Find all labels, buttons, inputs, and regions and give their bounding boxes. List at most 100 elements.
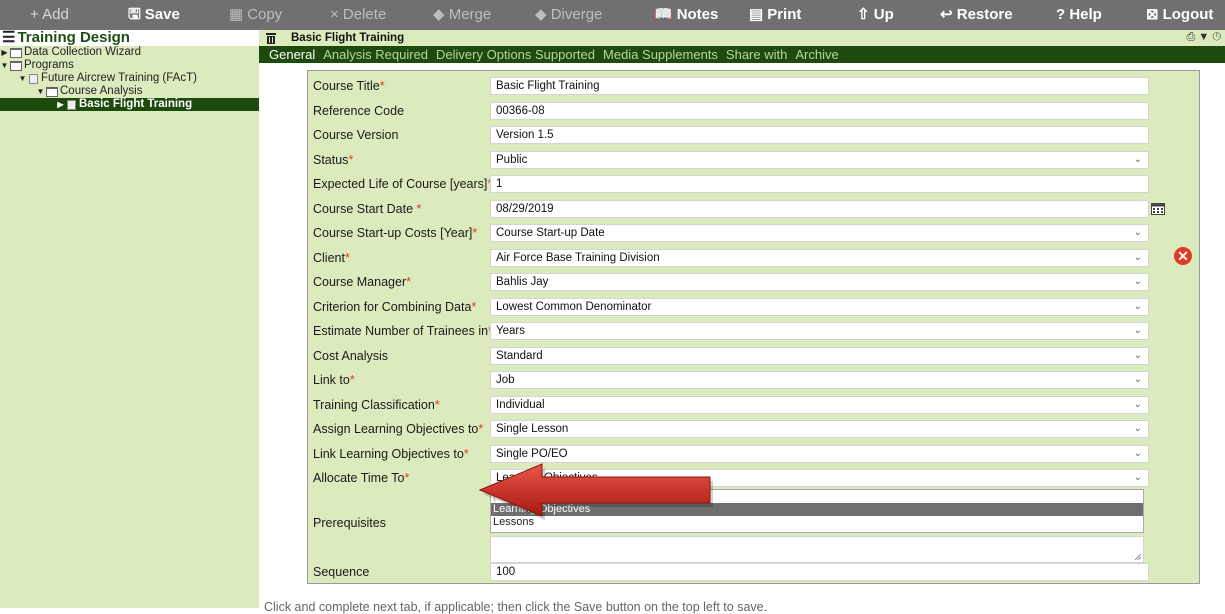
field-label: Course Version: [313, 128, 398, 142]
help-button[interactable]: ? Help: [1056, 0, 1102, 30]
up-button[interactable]: ⇧ Up: [857, 0, 894, 30]
estimate-number-of-trainees-in-select[interactable]: Years ⌄: [490, 322, 1149, 340]
notes-button[interactable]: 📖 Notes: [654, 0, 718, 30]
merge-button[interactable]: ◆ Merge: [433, 0, 491, 30]
field-label-text: Course Version: [313, 128, 399, 142]
field-label: Course Manager*: [313, 275, 411, 289]
training-classification-select[interactable]: Individual ⌄: [490, 395, 1149, 414]
field-label-text: Link Learning Objectives to: [313, 446, 464, 461]
field-label: Criterion for Combining Data*: [313, 300, 476, 314]
field-value: Bahlis Jay: [496, 276, 549, 288]
field-label-text: Training Classification: [313, 397, 435, 412]
clock-icon[interactable]: ◷: [1212, 31, 1221, 43]
field-value: Version 1.5: [496, 129, 554, 141]
status-select[interactable]: Public ⌄: [490, 150, 1149, 169]
collapse-arrow-icon[interactable]: ▼: [18, 72, 27, 85]
course-start-up-costs-year-select[interactable]: Course Start-up Date ⌄: [490, 224, 1149, 242]
assign-learning-objectives-to-select[interactable]: Single Lesson ⌄: [490, 420, 1149, 438]
form-row-sequence: Sequence 100: [308, 561, 1199, 585]
tab-archive[interactable]: Archive: [795, 47, 838, 62]
field-value: Years: [496, 325, 525, 337]
reference-code-input[interactable]: 00366-08: [490, 101, 1149, 120]
field-label: Assign Learning Objectives to*: [313, 422, 483, 436]
course-start-date-input[interactable]: 08/29/2019: [490, 199, 1149, 218]
required-marker: *: [348, 152, 354, 167]
close-box-icon: ⊠: [1146, 6, 1159, 23]
field-value: Job: [496, 374, 515, 386]
folder-icon: [10, 60, 22, 71]
field-label-text: Link to: [313, 373, 350, 387]
required-marker: *: [478, 422, 484, 436]
chevron-down-icon: ⌄: [1133, 447, 1142, 459]
field-value: Public: [496, 153, 528, 166]
sequence-input[interactable]: 100: [490, 563, 1149, 581]
tab-analysis-required[interactable]: Analysis Required: [323, 47, 428, 62]
restore-button[interactable]: ↩ Restore: [940, 0, 1013, 30]
filter-icon[interactable]: ▼: [1198, 31, 1209, 43]
save-button[interactable]: 🖫 Save: [128, 0, 180, 30]
diverge-button[interactable]: ◆ Diverge: [535, 0, 602, 30]
tab-delivery-options-supported[interactable]: Delivery Options Supported: [436, 47, 595, 62]
field-label: Link Learning Objectives to*: [313, 447, 469, 461]
book-icon: 📖: [654, 6, 673, 23]
chevron-down-icon: ⌄: [1133, 153, 1142, 165]
collapse-arrow-icon[interactable]: ▼: [0, 59, 9, 72]
field-value: 1: [496, 178, 503, 190]
form-row-cost-analysis: Cost Analysis Standard ⌄: [308, 345, 1199, 369]
field-label: Link to*: [313, 373, 355, 387]
tree-item-future-aircrew-training[interactable]: ▼ Future Aircrew Training (FAcT): [0, 72, 259, 85]
collapse-arrow-icon[interactable]: ▼: [36, 85, 45, 98]
form-row-client: Client* Air Force Base Training Division ⌄: [308, 247, 1199, 271]
add-button[interactable]: + Add: [30, 0, 69, 30]
trash-icon[interactable]: [265, 32, 277, 44]
print-icon[interactable]: ⎙: [1186, 31, 1195, 43]
tree-item-data-collection-wizard[interactable]: ▶ Data Collection Wizard: [0, 46, 259, 59]
tree-item-basic-flight-training[interactable]: ▶ Basic Flight Training: [0, 98, 259, 111]
cost-analysis-select[interactable]: Standard ⌄: [490, 346, 1149, 365]
required-marker: *: [416, 201, 422, 216]
logout-button[interactable]: ⊠ Logout: [1146, 0, 1213, 30]
chevron-down-icon: ⌄: [1133, 472, 1142, 483]
expected-life-of-course-years-input[interactable]: 1: [490, 175, 1149, 193]
tree-item-programs[interactable]: ▼ Programs: [0, 59, 259, 72]
field-label-text: Criterion for Combining Data: [313, 299, 472, 314]
tab-media-supplements[interactable]: Media Supplements: [603, 47, 718, 62]
menu-icon[interactable]: ☰: [2, 30, 15, 46]
course-title-input[interactable]: Basic Flight Training: [490, 77, 1149, 95]
form-row-reference-code: Reference Code 00366-08: [308, 100, 1199, 124]
link-to-select[interactable]: Job ⌄: [490, 371, 1149, 389]
field-label: Estimate Number of Trainees in*: [313, 324, 493, 338]
copy-button[interactable]: ▦ Copy: [229, 0, 282, 30]
resize-handle-icon[interactable]: [1135, 554, 1141, 560]
expand-arrow-icon[interactable]: ▶: [56, 98, 65, 111]
tab-bar: General Analysis Required Delivery Options…: [259, 46, 1225, 63]
record-header: Basic Flight Training ⎙ ▼ ◷: [259, 30, 1225, 46]
expand-arrow-icon[interactable]: ▶: [0, 46, 9, 59]
field-value: Basic Flight Training: [496, 80, 600, 92]
navigation-panel: ☰ Training Design ▶ Data Collection Wiza…: [0, 30, 259, 608]
field-label: Sequence: [313, 565, 370, 579]
tab-share-with[interactable]: Share with: [726, 47, 787, 62]
chevron-down-icon: ⌄: [1133, 374, 1142, 385]
form-row-criterion-for-combining-data: Criterion for Combining Data* Lowest Comm…: [308, 296, 1199, 320]
client-select[interactable]: Air Force Base Training Division ⌄: [490, 248, 1149, 267]
form-row-link-learning-objectives-to: Link Learning Objectives to* Single PO/EO…: [308, 443, 1199, 467]
course-manager-select[interactable]: Bahlis Jay ⌄: [490, 273, 1149, 291]
field-value: Standard: [496, 349, 543, 362]
record-title: Basic Flight Training: [291, 32, 405, 44]
chevron-down-icon: ⌄: [1133, 276, 1142, 287]
print-button[interactable]: ▤ Print: [749, 0, 801, 30]
form-row-training-classification: Training Classification* Individual ⌄: [308, 394, 1199, 418]
required-marker: *: [434, 397, 440, 412]
chevron-down-icon: ⌄: [1133, 423, 1142, 434]
prerequisites-textarea[interactable]: [490, 536, 1144, 563]
tab-general[interactable]: General: [269, 47, 315, 62]
course-version-input[interactable]: Version 1.5: [490, 126, 1149, 144]
folder-icon: [46, 86, 58, 97]
criterion-for-combining-data-select[interactable]: Lowest Common Denominator ⌄: [490, 297, 1149, 316]
field-label-text: Client: [313, 250, 345, 265]
field-value: Single PO/EO: [496, 447, 568, 460]
delete-button[interactable]: × Delete: [330, 0, 386, 30]
field-value: 00366-08: [496, 104, 545, 117]
tree-item-course-analysis[interactable]: ▼ Course Analysis: [0, 85, 259, 98]
